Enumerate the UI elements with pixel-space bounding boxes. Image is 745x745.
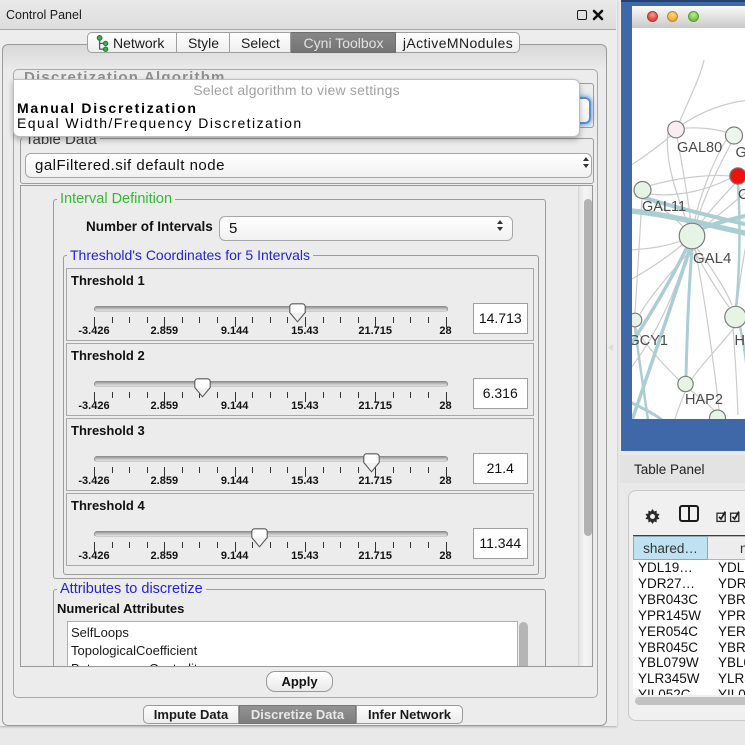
svg-text:C: C — [738, 187, 745, 203]
svg-text:GA: GA — [736, 145, 745, 161]
svg-text:H: H — [735, 333, 745, 349]
svg-text:GAL80: GAL80 — [677, 140, 722, 156]
svg-text:GAL4: GAL4 — [693, 250, 731, 267]
svg-text:HAP2: HAP2 — [685, 392, 723, 408]
svg-text:GAL11: GAL11 — [642, 199, 686, 215]
svg-text:GCY1: GCY1 — [632, 333, 668, 349]
